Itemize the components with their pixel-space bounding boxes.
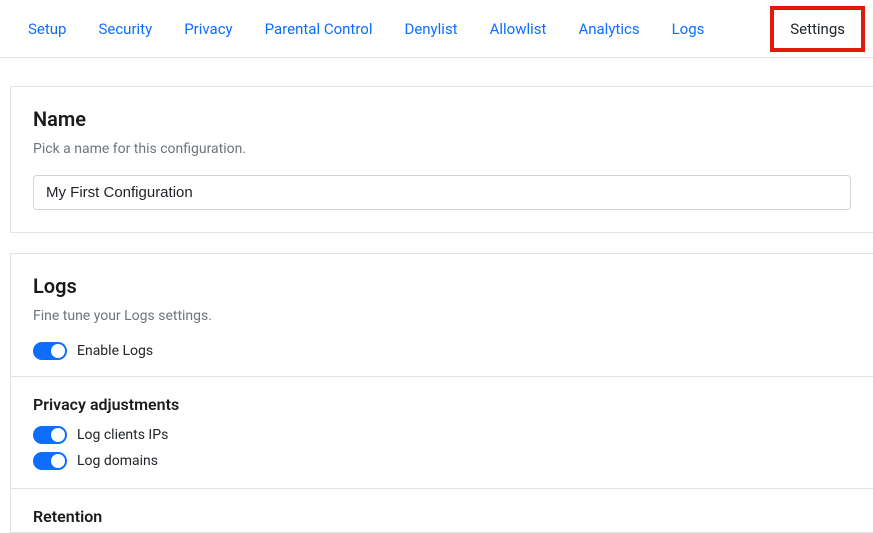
privacy-adjustments-section: Privacy adjustments Log clients IPs Log … (11, 376, 873, 488)
tab-security[interactable]: Security (98, 20, 152, 38)
log-domains-toggle[interactable] (33, 452, 67, 470)
tab-denylist[interactable]: Denylist (404, 20, 457, 38)
name-desc: Pick a name for this configuration. (33, 141, 851, 157)
tab-logs[interactable]: Logs (672, 20, 705, 38)
logs-section: Logs Fine tune your Logs settings. Enabl… (11, 254, 873, 376)
tab-allowlist[interactable]: Allowlist (490, 20, 547, 38)
enable-logs-label: Enable Logs (77, 343, 153, 359)
tab-analytics[interactable]: Analytics (578, 20, 639, 38)
logs-desc: Fine tune your Logs settings. (33, 308, 851, 324)
enable-logs-row: Enable Logs (33, 342, 851, 360)
log-domains-label: Log domains (77, 453, 158, 469)
tab-setup[interactable]: Setup (28, 20, 66, 38)
retention-section: Retention (11, 488, 873, 532)
name-panel: Name Pick a name for this configuration. (10, 86, 873, 233)
privacy-adjustments-title: Privacy adjustments (33, 395, 851, 414)
log-clients-ips-toggle[interactable] (33, 426, 67, 444)
tab-privacy[interactable]: Privacy (184, 20, 232, 38)
log-clients-ips-row: Log clients IPs (33, 426, 851, 444)
configuration-name-input[interactable] (33, 175, 851, 210)
enable-logs-toggle[interactable] (33, 342, 67, 360)
tab-settings[interactable]: Settings (770, 6, 865, 52)
logs-panel: Logs Fine tune your Logs settings. Enabl… (10, 253, 873, 533)
log-domains-row: Log domains (33, 452, 851, 470)
name-title: Name (33, 107, 851, 131)
log-clients-ips-label: Log clients IPs (77, 427, 168, 443)
logs-title: Logs (33, 274, 851, 298)
tab-parental-control[interactable]: Parental Control (265, 20, 373, 38)
tab-settings-label: Settings (790, 20, 845, 38)
name-section: Name Pick a name for this configuration. (11, 87, 873, 232)
retention-title: Retention (33, 507, 851, 526)
tab-bar: Setup Security Privacy Parental Control … (0, 0, 873, 58)
